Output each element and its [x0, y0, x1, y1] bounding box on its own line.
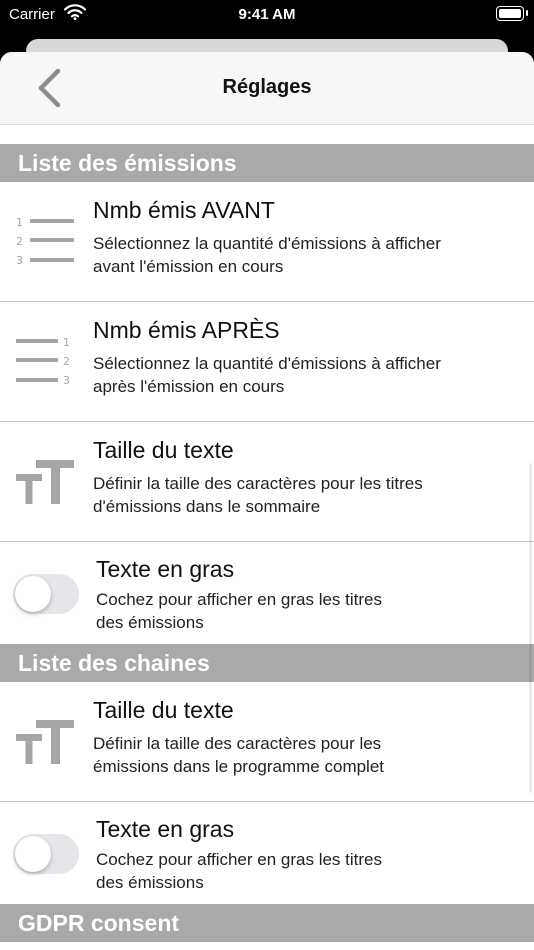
row-subtitle-line1: Définir la taille des caractères pour le… — [93, 474, 423, 493]
svg-text:2: 2 — [16, 235, 23, 248]
toggle-knob — [15, 576, 51, 612]
svg-text:3: 3 — [63, 374, 70, 386]
setting-row-text-size-emissions[interactable]: Taille du texte Définir la taille des ca… — [0, 422, 534, 542]
row-subtitle-line2: des émissions — [96, 613, 204, 632]
row-title: Texte en gras — [96, 816, 235, 842]
row-subtitle-line1: Sélectionnez la quantité d'émissions à a… — [93, 234, 441, 253]
section-header-gdpr: GDPR consent — [0, 904, 534, 942]
scroll-indicator[interactable] — [529, 463, 532, 793]
setting-row-text-size-channels[interactable]: Taille du texte Définir la taille des ca… — [0, 682, 534, 802]
row-title: Nmb émis AVANT — [93, 197, 275, 223]
settings-sheet: Réglages Liste des émissions 1 2 3 Nmb é… — [0, 52, 534, 950]
setting-row-count-before[interactable]: 1 2 3 Nmb émis AVANT Sélectionnez la qua… — [0, 182, 534, 302]
setting-row-count-after[interactable]: 1 2 3 Nmb émis APRÈS Sélectionnez la qua… — [0, 302, 534, 422]
row-subtitle-line1: Cochez pour afficher en gras les titres — [96, 590, 382, 609]
row-subtitle-line1: Cochez pour afficher en gras les titres — [96, 850, 382, 869]
bold-text-toggle[interactable] — [13, 834, 79, 874]
svg-text:3: 3 — [16, 254, 23, 266]
row-subtitle-line1: Définir la taille des caractères pour le… — [93, 734, 382, 753]
numbered-list-right-icon: 1 2 3 — [14, 336, 76, 391]
row-title: Texte en gras — [96, 556, 235, 582]
svg-text:1: 1 — [63, 336, 70, 349]
status-time: 9:41 AM — [238, 6, 296, 23]
toggle-knob — [15, 836, 51, 872]
svg-text:2: 2 — [63, 355, 70, 368]
row-title: Taille du texte — [93, 437, 234, 463]
numbered-list-left-icon: 1 2 3 — [14, 216, 76, 271]
row-title: Taille du texte — [93, 697, 234, 723]
row-subtitle-line2: des émissions — [96, 873, 204, 892]
toggle-row-bold-channels: Texte en gras Cochez pour afficher en gr… — [0, 802, 534, 904]
status-bar: Carrier 9:41 AM — [0, 0, 534, 30]
section-header-emissions: Liste des émissions — [0, 144, 534, 182]
row-subtitle-line2: d'émissions dans le sommaire — [93, 497, 321, 516]
text-size-icon — [14, 718, 76, 771]
toggle-row-bold-emissions: Texte en gras Cochez pour afficher en gr… — [0, 542, 534, 644]
row-subtitle-line2: avant l'émission en cours — [93, 257, 284, 276]
row-title: Nmb émis APRÈS — [93, 317, 280, 343]
page-title: Réglages — [222, 76, 312, 98]
bold-text-toggle[interactable] — [13, 574, 79, 614]
text-size-icon — [14, 458, 76, 511]
svg-text:1: 1 — [16, 216, 23, 229]
section-header-channels: Liste des chaines — [0, 644, 534, 682]
battery-icon — [496, 6, 528, 21]
row-subtitle-line1: Sélectionnez la quantité d'émissions à a… — [93, 354, 441, 373]
navbar: Réglages — [0, 52, 534, 125]
row-subtitle-line2: émissions dans le programme complet — [93, 757, 385, 776]
row-subtitle-line2: après l'émission en cours — [93, 377, 285, 396]
